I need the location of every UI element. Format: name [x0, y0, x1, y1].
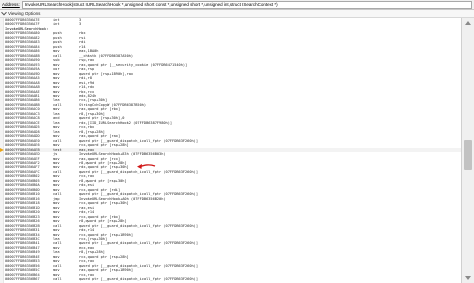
instruction-operands: qword ptr [__guard_dispatch_icall_fptr (…	[79, 241, 198, 246]
instruction-mnemonic: int	[53, 22, 60, 27]
disassembly-line[interactable]: 00007FFDB6356B67 call qword ptr [__guard_d…	[5, 277, 461, 281]
scroll-up-arrow-icon[interactable]	[465, 21, 471, 25]
red-arrow-annotation-icon	[137, 164, 156, 169]
scroll-down-arrow-icon[interactable]	[465, 276, 471, 280]
instruction-address: 00007FFDB6356B67	[5, 277, 40, 282]
viewing-options-bar[interactable]: Viewing Options	[0, 9, 474, 18]
disassembly-lines: 00007FFDB6356A7E int 3 00007FFDB6356A7F int 3…	[5, 18, 461, 282]
instruction-operands: 3	[79, 22, 82, 27]
vertical-scrollbar[interactable]	[461, 18, 474, 283]
address-input[interactable]: InvokeURLSearchHook(struct IURLSearchHoo…	[21, 0, 472, 9]
address-label: Address:	[2, 2, 20, 7]
chevron-down-icon[interactable]	[1, 9, 7, 15]
address-bar: Address: InvokeURLSearchHook(struct IURL…	[0, 0, 474, 10]
instruction-operands: qword ptr [__guard_dispatch_icall_fptr (…	[79, 223, 198, 228]
scrollbar-thumb[interactable]	[464, 140, 472, 170]
instruction-operands: rax,qword ptr [__security_cookie (07FFDB…	[79, 62, 188, 67]
disassembly-view[interactable]: 00007FFDB6356A7E int 3 00007FFDB6356A7F int 3…	[0, 18, 461, 283]
instruction-mnemonic: call	[53, 277, 62, 282]
instruction-operands: qword ptr [__guard_dispatch_icall_fptr (…	[79, 277, 198, 282]
current-instruction-icon	[0, 147, 4, 152]
viewing-options-label: Viewing Options	[8, 11, 41, 16]
